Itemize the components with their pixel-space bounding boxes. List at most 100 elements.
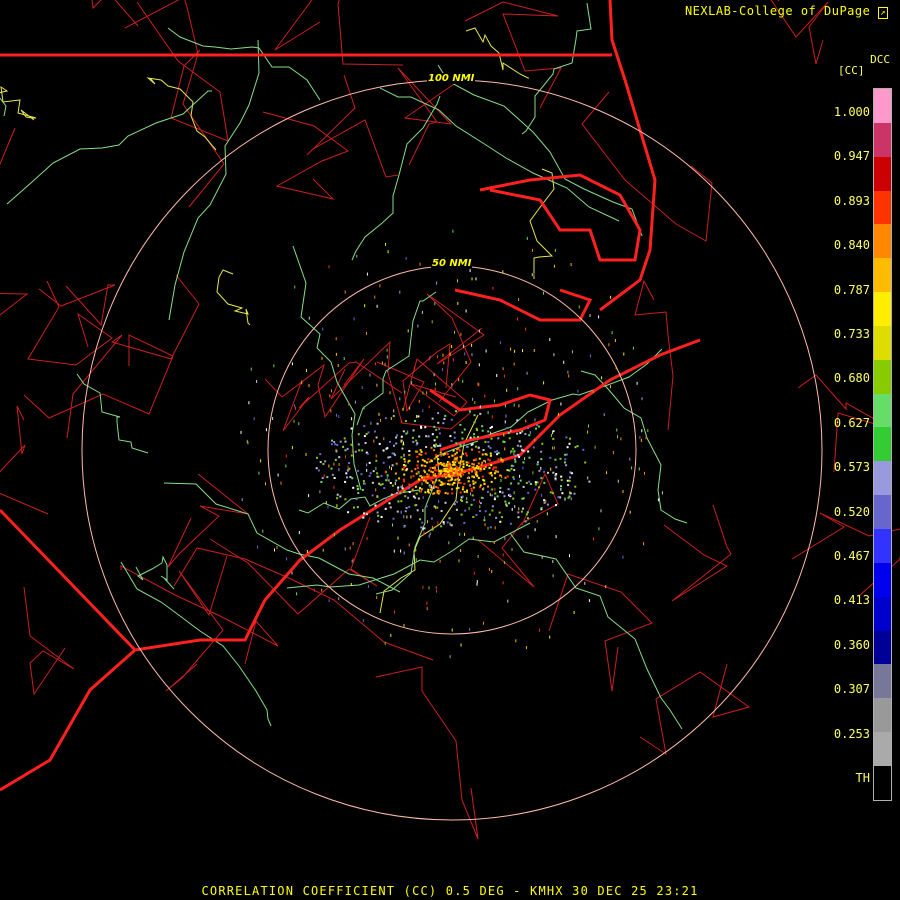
- echo-pixel: [414, 420, 417, 422]
- echo-pixel: [436, 491, 439, 494]
- echo-pixel: [552, 437, 555, 440]
- echo-pixel: [331, 473, 334, 476]
- echo-pixel: [376, 422, 379, 425]
- echo-pixel: [405, 432, 408, 435]
- echo-pixel: [461, 488, 464, 491]
- colorbar-tick-label: 0.573: [833, 460, 870, 475]
- sparse-return: [400, 420, 402, 424]
- echo-pixel: [424, 465, 427, 468]
- echo-pixel: [540, 477, 543, 480]
- sparse-return: [472, 397, 474, 401]
- sparse-return: [391, 467, 392, 471]
- echo-pixel: [520, 510, 523, 513]
- sparse-return: [241, 498, 243, 502]
- echo-pixel: [549, 456, 552, 459]
- sparse-return: [496, 374, 498, 377]
- sparse-return: [405, 256, 407, 260]
- county-line: [23, 586, 75, 696]
- sparse-return: [383, 437, 385, 441]
- echo-pixel: [455, 459, 458, 462]
- echo-pixel: [434, 475, 437, 477]
- colorbar-tick-label: 0.360: [833, 637, 870, 652]
- echo-pixel: [477, 435, 479, 438]
- sparse-return: [560, 402, 562, 406]
- sparse-return: [527, 535, 529, 539]
- echo-pixel: [499, 490, 502, 493]
- echo-pixel: [455, 471, 457, 474]
- echo-pixel: [416, 450, 418, 453]
- sparse-return: [534, 528, 536, 532]
- echo-pixel: [450, 466, 453, 469]
- highway-line: [521, 2, 592, 135]
- echo-pixel: [481, 429, 484, 432]
- sparse-return: [641, 397, 643, 401]
- echo-pixel: [469, 436, 472, 439]
- echo-pixel: [415, 492, 418, 495]
- sparse-return: [433, 486, 435, 490]
- echo-pixel: [442, 521, 445, 524]
- echo-pixel: [460, 468, 463, 471]
- sparse-return: [458, 559, 460, 563]
- echo-pixel: [516, 432, 519, 435]
- sparse-return: [335, 449, 337, 453]
- sparse-return: [603, 413, 605, 417]
- sparse-return: [451, 345, 453, 349]
- colorbar-segment: [874, 562, 891, 597]
- sparse-return: [404, 390, 406, 394]
- echo-pixel: [470, 487, 473, 490]
- echo-pixel: [465, 454, 468, 457]
- echo-pixel: [569, 471, 572, 474]
- echo-pixel: [336, 444, 339, 446]
- sparse-return: [488, 567, 490, 571]
- sparse-return: [389, 465, 390, 469]
- colorbar-segment: [874, 596, 891, 631]
- sparse-return: [459, 532, 461, 536]
- sparse-return: [415, 558, 417, 562]
- echo-pixel: [372, 470, 375, 473]
- echo-pixel: [350, 427, 353, 430]
- echo-pixel: [427, 488, 430, 491]
- sparse-return: [280, 481, 282, 485]
- sparse-return: [487, 411, 489, 415]
- sparse-return: [356, 254, 358, 258]
- echo-pixel: [526, 517, 529, 520]
- sparse-return: [362, 619, 364, 623]
- echo-pixel: [494, 492, 497, 495]
- echo-pixel: [491, 505, 494, 508]
- echo-pixel: [564, 458, 567, 461]
- echo-pixel: [316, 456, 318, 459]
- echo-pixel: [487, 441, 490, 443]
- echo-pixel: [336, 497, 339, 500]
- echo-pixel: [534, 481, 537, 484]
- sparse-return: [410, 475, 412, 479]
- echo-pixel: [462, 486, 465, 489]
- county-line: [0, 405, 49, 515]
- echo-pixel: [554, 458, 557, 461]
- sparse-return: [469, 269, 471, 273]
- echo-pixel: [476, 474, 479, 477]
- sparse-return: [394, 482, 396, 486]
- echo-pixel: [431, 417, 434, 420]
- echo-pixel: [504, 476, 507, 479]
- sparse-return: [415, 548, 417, 552]
- sparse-return: [400, 510, 402, 514]
- echo-pixel: [568, 479, 571, 482]
- echo-pixel: [483, 467, 486, 470]
- echo-pixel: [490, 480, 493, 483]
- echo-pixel: [404, 495, 407, 498]
- sparse-return: [502, 367, 504, 371]
- echo-pixel: [344, 449, 347, 452]
- sparse-return: [294, 285, 296, 289]
- echo-pixel: [435, 428, 438, 431]
- sparse-return: [605, 585, 607, 589]
- echo-pixel: [408, 450, 411, 452]
- sparse-return: [411, 381, 413, 385]
- echo-pixel: [491, 425, 493, 428]
- sparse-return: [262, 529, 264, 533]
- sparse-return: [610, 385, 611, 389]
- echo-pixel: [479, 486, 481, 489]
- sparse-return: [402, 407, 404, 411]
- echo-pixel: [564, 453, 567, 456]
- echo-pixel: [505, 427, 508, 430]
- sparse-return: [513, 452, 515, 456]
